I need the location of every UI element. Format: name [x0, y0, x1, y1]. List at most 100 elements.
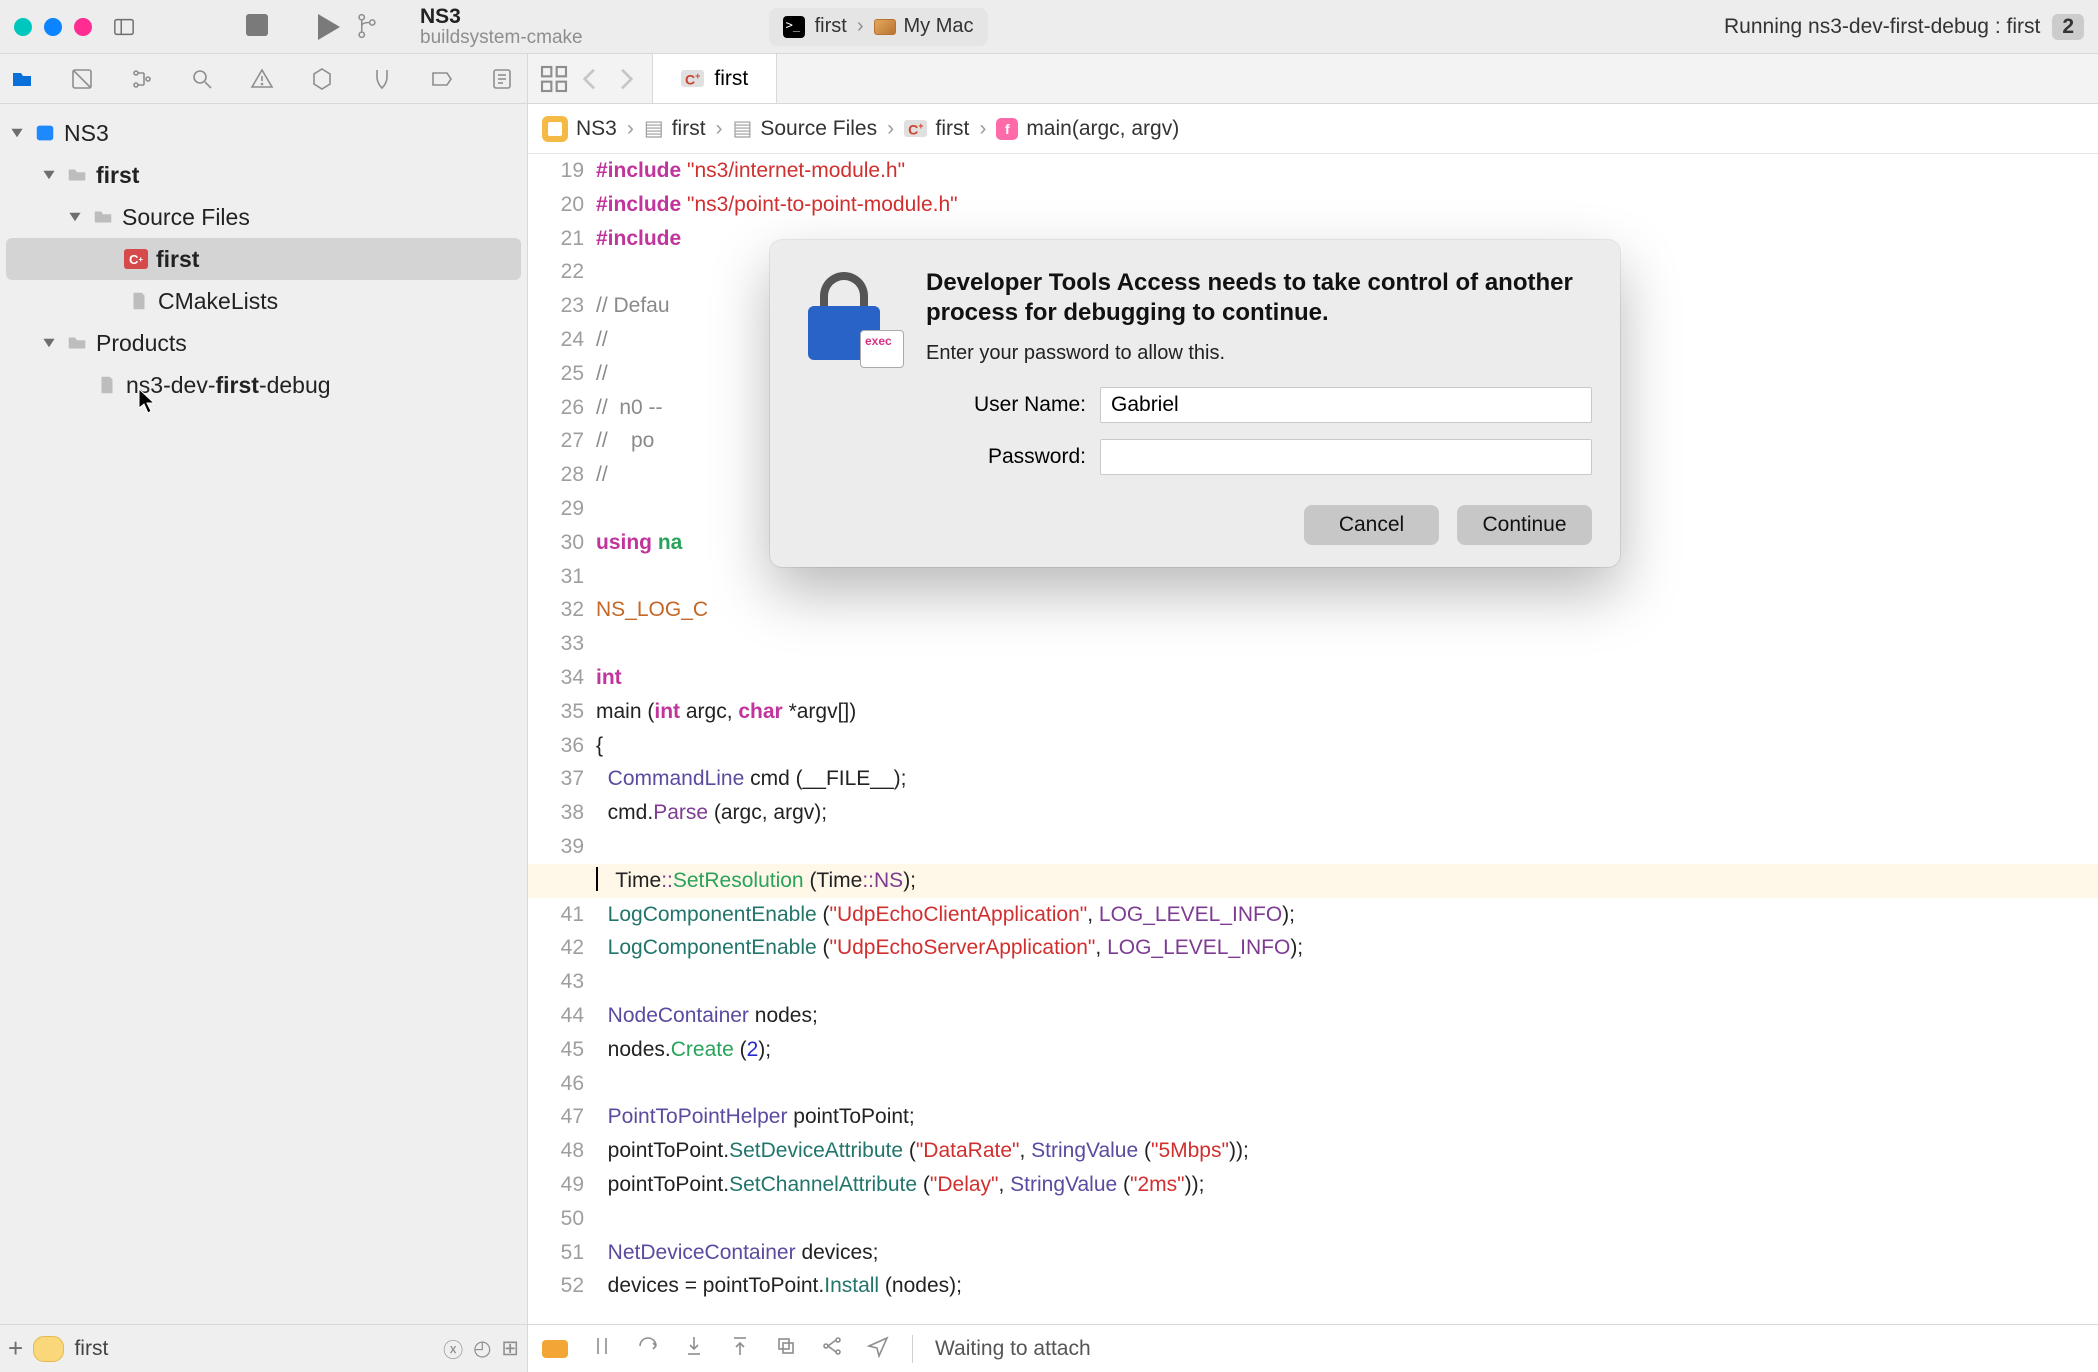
window-close-button[interactable]	[14, 18, 32, 36]
chevron-right-icon: ›	[977, 117, 988, 141]
window-minimize-button[interactable]	[44, 18, 62, 36]
chevron-right-icon: ›	[857, 15, 864, 38]
debug-status-text: Waiting to attach	[935, 1337, 1091, 1361]
tree-label: CMakeLists	[158, 288, 278, 315]
tree-label: ns3-dev-first-debug	[126, 372, 331, 399]
navigator-debug-tab[interactable]	[362, 59, 402, 99]
related-items-button[interactable]	[538, 63, 570, 95]
chevron-right-icon: ›	[714, 117, 725, 141]
password-label: Password:	[926, 445, 1086, 469]
auth-dialog: Developer Tools Access needs to take con…	[770, 240, 1620, 567]
scm-branch-indicator[interactable]: NS3 buildsystem-cmake	[356, 5, 583, 49]
scheme-device-label: My Mac	[904, 15, 974, 38]
folder-icon: ▤	[644, 116, 664, 141]
cpp-file-icon: C+	[904, 120, 927, 138]
tree-row-selected[interactable]: C+ first	[6, 238, 521, 280]
filter-text[interactable]: first	[74, 1337, 108, 1361]
mac-device-icon	[874, 19, 896, 35]
add-button[interactable]: +	[8, 1333, 23, 1364]
tree-row-root[interactable]: NS3	[0, 112, 527, 154]
navigator-breakpoints-tab[interactable]	[422, 59, 462, 99]
password-input[interactable]	[1100, 439, 1592, 475]
jump-bar[interactable]: NS3 › ▤first › ▤Source Files › C+first ›…	[528, 104, 2098, 154]
chevron-right-icon: ›	[885, 117, 896, 141]
filter-scope-chip[interactable]	[33, 1336, 64, 1362]
history-forward-button[interactable]	[610, 63, 642, 95]
navigator-filter-bar: + first ⓧ ◴ ⊞	[0, 1324, 527, 1372]
username-label: User Name:	[926, 393, 1086, 417]
disclosure-triangle-icon[interactable]	[66, 208, 84, 226]
window-titlebar: NS3 buildsystem-cmake first › My Mac Run…	[0, 0, 2098, 54]
debug-view-hierarchy-button[interactable]	[774, 1334, 798, 1364]
disclosure-triangle-icon[interactable]	[8, 124, 26, 142]
jump-seg: main(argc, argv)	[1026, 117, 1179, 141]
tree-label: NS3	[64, 120, 109, 147]
cancel-button[interactable]: Cancel	[1304, 505, 1439, 545]
jump-seg: first	[935, 117, 969, 141]
scheme-target-label: first	[815, 15, 847, 38]
jump-seg: Source Files	[760, 117, 877, 141]
tree-label: first	[96, 162, 139, 189]
line-number-gutter[interactable]: 1920212223242526272829303132333435363738…	[528, 154, 596, 1324]
tree-row[interactable]: ns3-dev-first-debug	[0, 364, 527, 406]
tree-row[interactable]: first	[0, 154, 527, 196]
tree-row[interactable]: Source Files	[0, 196, 527, 238]
username-input[interactable]	[1100, 387, 1592, 423]
disclosure-triangle-icon[interactable]	[40, 166, 58, 184]
branch-icon	[356, 12, 378, 40]
navigator-find-tab[interactable]	[182, 59, 222, 99]
cpp-file-icon: C+	[681, 70, 704, 88]
activity-view[interactable]: Running ns3-dev-first-debug : first 2	[1724, 14, 2084, 40]
dialog-title: Developer Tools Access needs to take con…	[926, 268, 1592, 328]
project-icon	[542, 116, 568, 142]
filter-clear-button[interactable]: ⓧ	[443, 1334, 463, 1363]
toggle-sidebar-button[interactable]	[108, 11, 140, 43]
activity-issue-count: 2	[2052, 14, 2084, 40]
breakpoint-toggle-button[interactable]	[542, 1340, 568, 1358]
document-icon	[96, 374, 118, 396]
jump-seg: NS3	[576, 117, 617, 141]
folder-icon	[92, 206, 114, 228]
tree-row[interactable]: CMakeLists	[0, 280, 527, 322]
editor-tab[interactable]: C+ first	[652, 54, 777, 103]
tree-label: first	[156, 246, 199, 273]
disclosure-triangle-icon[interactable]	[40, 334, 58, 352]
tree-row[interactable]: Products	[0, 322, 527, 364]
navigator-reports-tab[interactable]	[482, 59, 522, 99]
lock-icon	[798, 268, 898, 368]
history-back-button[interactable]	[574, 63, 606, 95]
navigator-tests-tab[interactable]	[302, 59, 342, 99]
pause-button[interactable]	[590, 1334, 614, 1364]
chevron-right-icon: ›	[625, 117, 636, 141]
run-button[interactable]	[318, 14, 340, 40]
folder-icon	[66, 332, 88, 354]
terminal-icon	[783, 16, 805, 38]
jump-seg: first	[672, 117, 706, 141]
run-stop-controls	[246, 14, 340, 40]
navigator-issues-tab[interactable]	[242, 59, 282, 99]
function-icon: f	[996, 118, 1018, 140]
recent-files-icon[interactable]: ◴	[473, 1336, 491, 1361]
project-name: NS3	[420, 5, 583, 28]
step-into-button[interactable]	[682, 1334, 706, 1364]
window-zoom-button[interactable]	[74, 18, 92, 36]
continue-button[interactable]: Continue	[1457, 505, 1592, 545]
step-over-button[interactable]	[636, 1334, 660, 1364]
editor-tab-bar: C+ first	[528, 54, 2098, 104]
window-controls	[14, 18, 92, 36]
debug-bar: Waiting to attach	[528, 1324, 2098, 1372]
scm-filter-icon[interactable]: ⊞	[501, 1336, 519, 1361]
file-tree: NS3 first Source Files C+ first	[0, 104, 527, 1324]
stop-button[interactable]	[246, 14, 268, 36]
navigator-source-control-tab[interactable]	[62, 59, 102, 99]
navigator-selector-bar	[0, 54, 527, 104]
document-icon	[128, 290, 150, 312]
debug-memory-graph-button[interactable]	[820, 1334, 844, 1364]
navigator-symbols-tab[interactable]	[122, 59, 162, 99]
navigator-project-tab[interactable]	[2, 59, 42, 99]
debug-location-button[interactable]	[866, 1334, 890, 1364]
project-navigator: NS3 first Source Files C+ first	[0, 54, 528, 1372]
step-out-button[interactable]	[728, 1334, 752, 1364]
dialog-subtitle: Enter your password to allow this.	[926, 342, 1592, 365]
scheme-selector[interactable]: first › My Mac	[769, 8, 988, 46]
